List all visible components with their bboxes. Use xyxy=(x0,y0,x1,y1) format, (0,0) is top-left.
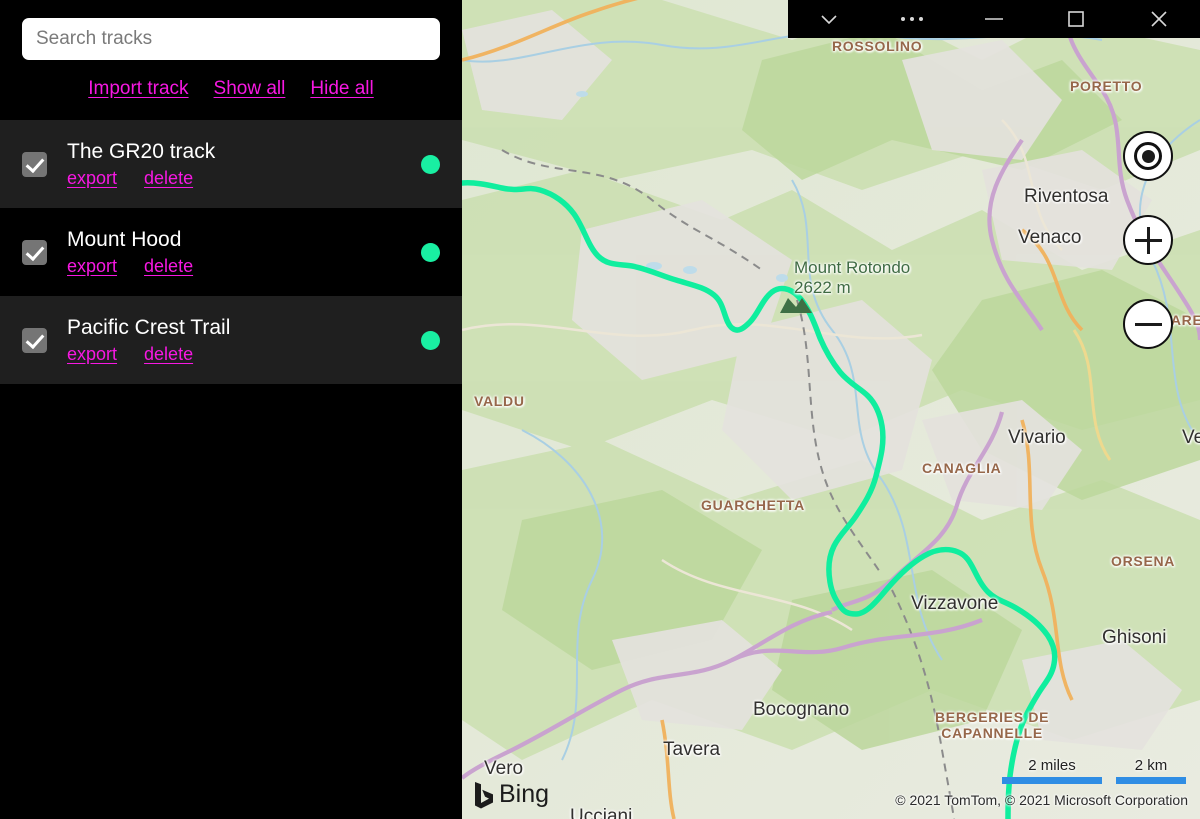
track-actions: export delete xyxy=(67,168,421,189)
import-track-link[interactable]: Import track xyxy=(88,78,188,100)
app-window: Import track Show all Hide all The GR20 … xyxy=(0,0,1200,819)
track-info: Mount Hood export delete xyxy=(67,227,421,277)
map-copyright: © 2021 TomTom, © 2021 Microsoft Corporat… xyxy=(895,792,1188,808)
bing-wordmark: Bing xyxy=(499,780,550,808)
track-visibility-checkbox[interactable] xyxy=(22,151,47,177)
track-list: The GR20 track export delete Mount Hood … xyxy=(0,120,462,384)
track-title: Pacific Crest Trail xyxy=(67,316,231,339)
track-sidebar: Import track Show all Hide all The GR20 … xyxy=(0,0,462,819)
track-list-item[interactable]: Pacific Crest Trail export delete xyxy=(0,296,462,384)
map-tiles xyxy=(462,0,1200,819)
delete-track-link[interactable]: delete xyxy=(144,256,193,277)
track-actions: export delete xyxy=(67,344,421,365)
window-titlebar xyxy=(788,0,1200,38)
sidebar-action-links: Import track Show all Hide all xyxy=(0,78,462,106)
track-list-item[interactable]: Mount Hood export delete xyxy=(0,208,462,296)
track-color-swatch[interactable] xyxy=(421,154,440,174)
scale-km: 2 km xyxy=(1116,757,1186,784)
close-icon[interactable] xyxy=(1118,0,1200,38)
search-container xyxy=(0,0,462,60)
scale-km-bar xyxy=(1116,777,1186,784)
track-visibility-checkbox[interactable] xyxy=(22,239,47,265)
track-list-item[interactable]: The GR20 track export delete xyxy=(0,120,462,208)
track-actions: export delete xyxy=(67,256,421,277)
bing-logo[interactable]: Bing xyxy=(474,780,549,809)
zoom-in-button[interactable] xyxy=(1123,215,1173,265)
scale-miles-bar xyxy=(1002,777,1102,784)
track-title: Mount Hood xyxy=(67,228,182,251)
show-all-link[interactable]: Show all xyxy=(214,78,286,100)
search-input[interactable] xyxy=(22,18,440,60)
export-track-link[interactable]: export xyxy=(67,256,117,277)
export-track-link[interactable]: export xyxy=(67,344,117,365)
export-track-link[interactable]: export xyxy=(67,168,117,189)
scale-miles: 2 miles xyxy=(1002,757,1102,784)
track-info: Pacific Crest Trail export delete xyxy=(67,315,421,365)
track-color-swatch[interactable] xyxy=(421,242,440,262)
minimize-icon[interactable] xyxy=(953,0,1035,38)
delete-track-link[interactable]: delete xyxy=(144,168,193,189)
hide-all-link[interactable]: Hide all xyxy=(310,78,373,100)
minus-icon xyxy=(1134,311,1162,338)
maximize-icon[interactable] xyxy=(1035,0,1117,38)
scale-miles-label: 2 miles xyxy=(1028,757,1076,774)
map-scale-bar: 2 miles 2 km xyxy=(1002,757,1186,784)
more-icon[interactable] xyxy=(870,0,952,38)
plus-icon xyxy=(1134,226,1162,254)
bing-b-icon xyxy=(475,781,493,808)
track-title: The GR20 track xyxy=(67,140,216,163)
scale-km-label: 2 km xyxy=(1134,757,1168,774)
track-visibility-checkbox[interactable] xyxy=(22,327,47,353)
map-view[interactable]: ROSSOLINO PORETTO Riventosa Venaco SUARE… xyxy=(462,0,1200,819)
zoom-out-button[interactable] xyxy=(1123,299,1173,349)
chevron-down-icon[interactable] xyxy=(788,0,870,38)
locate-button[interactable] xyxy=(1123,131,1173,181)
locate-icon xyxy=(1134,142,1162,170)
track-info: The GR20 track export delete xyxy=(67,139,421,189)
delete-track-link[interactable]: delete xyxy=(144,344,193,365)
track-color-swatch[interactable] xyxy=(421,330,440,350)
